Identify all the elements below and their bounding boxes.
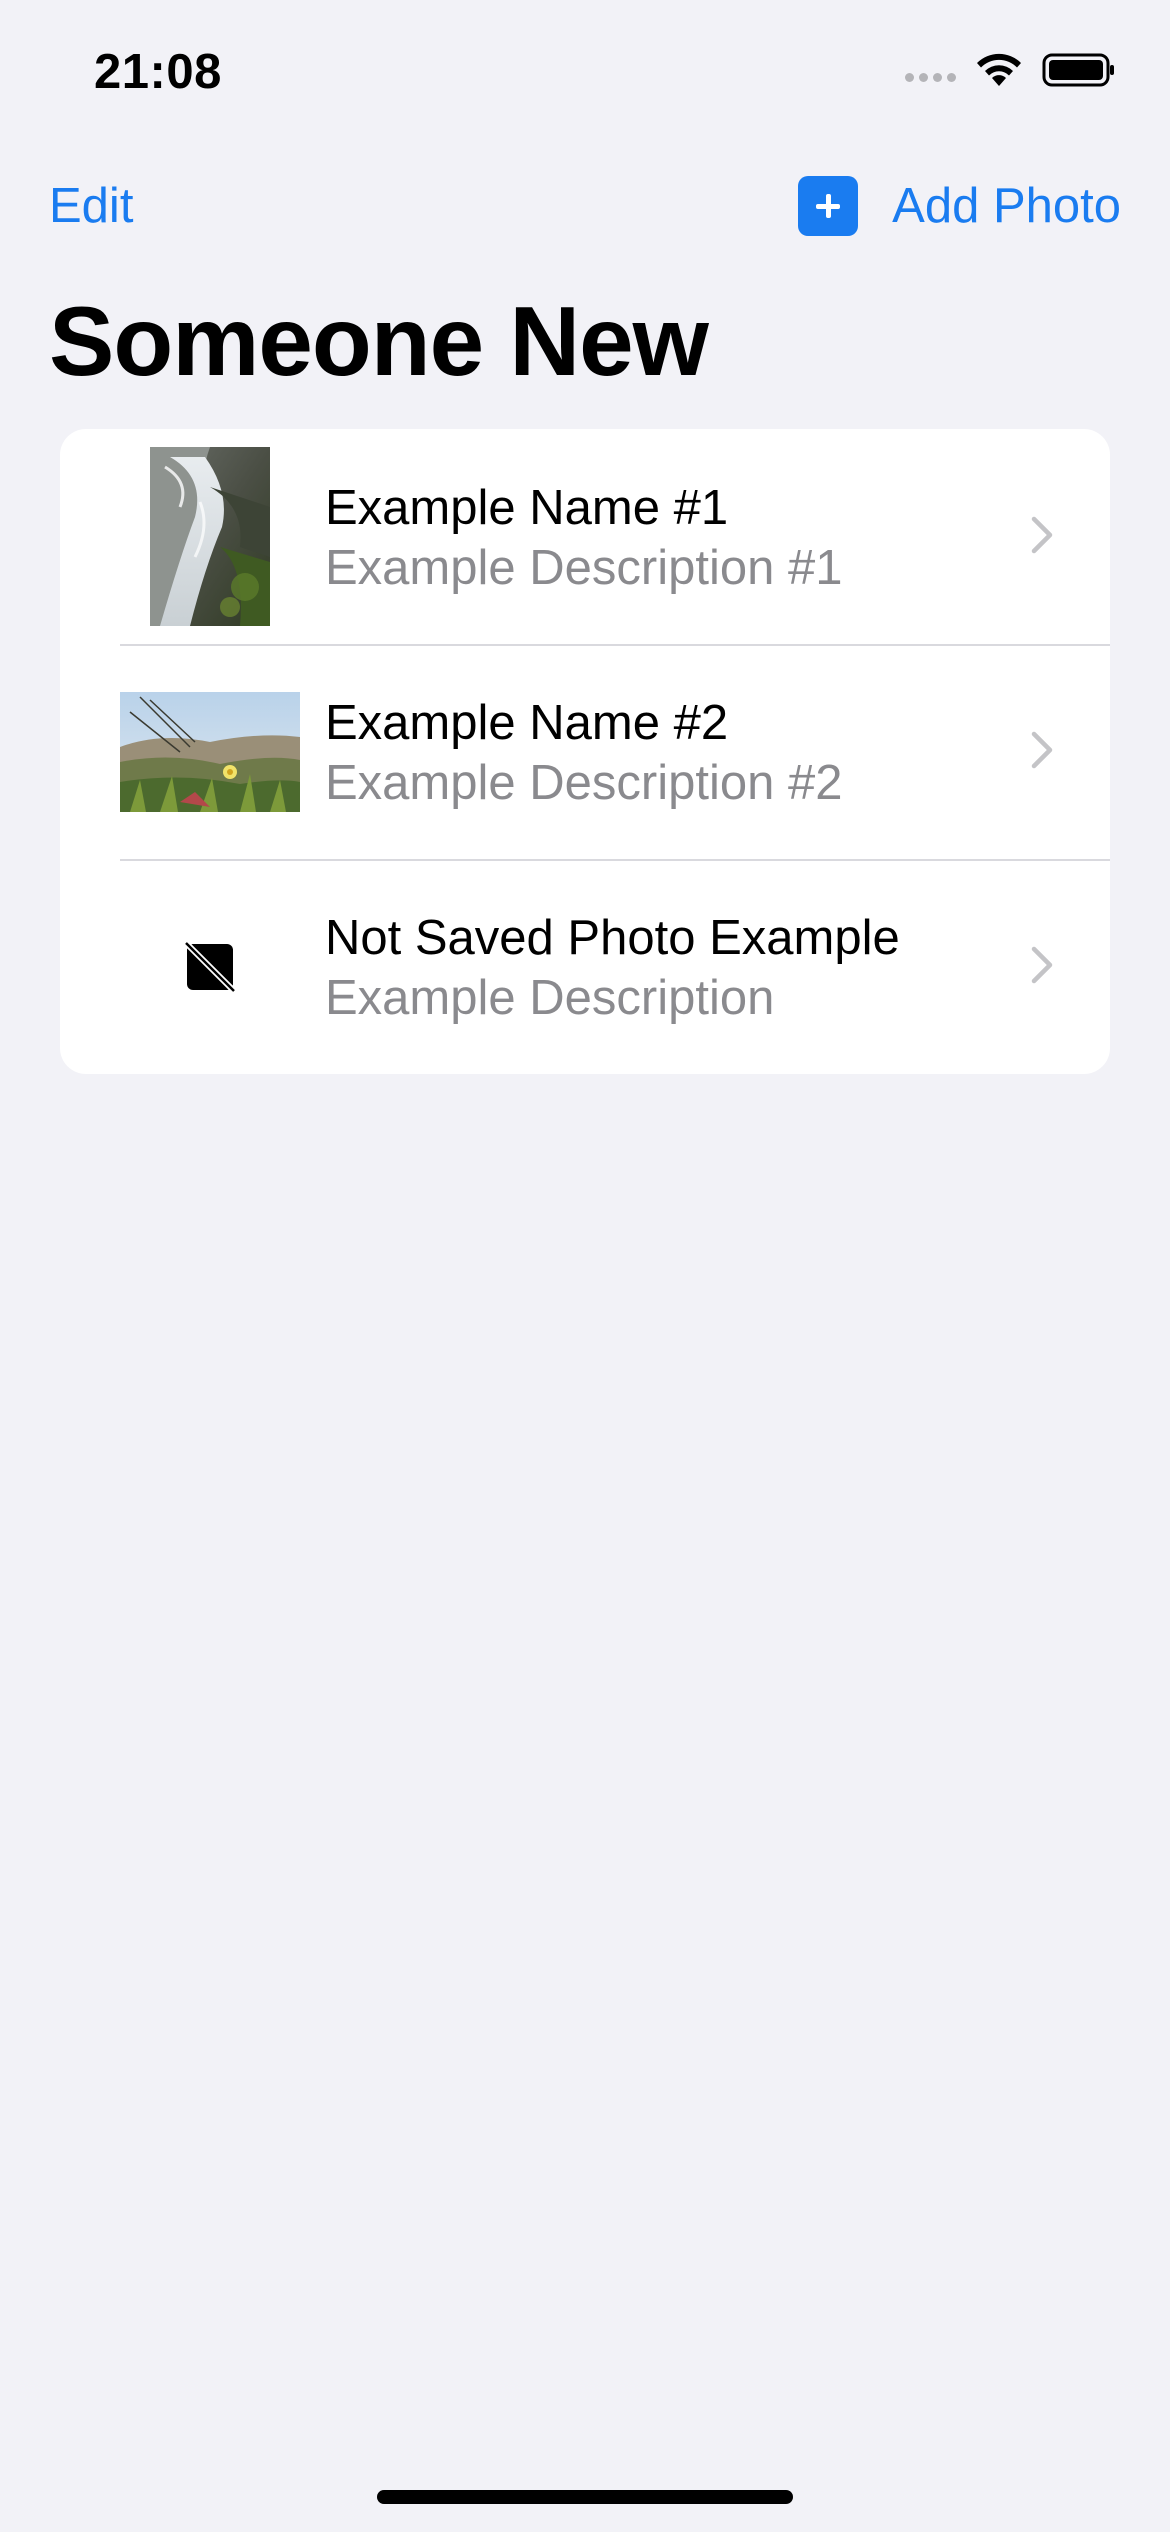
- thumbnail-slot: [120, 644, 300, 859]
- plus-square-icon: [798, 176, 859, 236]
- add-photo-label: Add Photo: [892, 179, 1121, 233]
- status-icons: [905, 52, 1116, 88]
- battery-icon: [1042, 53, 1114, 87]
- item-name: Example Name #1: [325, 481, 729, 535]
- list-item[interactable]: Example Name #1 Example Description #1: [60, 429, 1110, 644]
- item-text: Example Name #1 Example Description #1: [325, 479, 842, 599]
- home-indicator[interactable]: [377, 2490, 793, 2504]
- cellular-signal-icon: [905, 58, 956, 82]
- chevron-right-icon: [1031, 516, 1053, 554]
- add-photo-button[interactable]: Add Photo: [798, 176, 1121, 236]
- thumbnail-slot: [120, 429, 300, 644]
- page-title: Someone New: [49, 286, 709, 396]
- item-name: Not Saved Photo Example: [325, 911, 900, 965]
- item-name: Example Name #2: [325, 696, 729, 750]
- item-description: Example Description #1: [325, 541, 843, 595]
- item-description: Example Description: [325, 971, 775, 1025]
- item-text: Example Name #2 Example Description #2: [325, 694, 842, 814]
- status-time: 21:08: [94, 45, 222, 99]
- photo-unavailable-icon: [183, 940, 237, 993]
- item-description: Example Description #2: [325, 756, 843, 810]
- list-item[interactable]: Not Saved Photo Example Example Descript…: [60, 859, 1110, 1074]
- item-text: Not Saved Photo Example Example Descript…: [325, 909, 900, 1029]
- chevron-right-icon: [1031, 946, 1053, 984]
- chevron-right-icon: [1031, 731, 1053, 769]
- landscape-flower-photo: [120, 691, 300, 812]
- list-item[interactable]: Example Name #2 Example Description #2: [60, 644, 1110, 859]
- wifi-icon: [977, 53, 1021, 86]
- waterfall-photo: [150, 447, 270, 626]
- status-bar: 21:08: [0, 0, 1170, 140]
- thumbnail-slot: [120, 859, 300, 1074]
- edit-button[interactable]: Edit: [49, 178, 133, 234]
- photo-list: Example Name #1 Example Description #1 E…: [60, 429, 1110, 1074]
